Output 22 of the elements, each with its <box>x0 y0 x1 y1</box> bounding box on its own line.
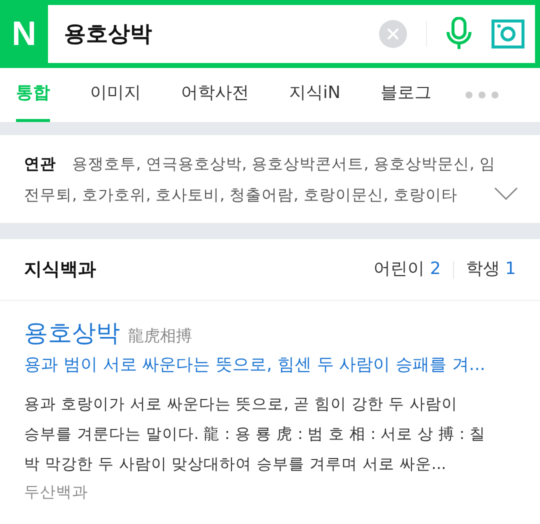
search-field[interactable]: 용호상박 <box>64 18 378 50</box>
search-bar[interactable]: 용호상박 <box>48 5 535 63</box>
result-summary[interactable]: 용과 범이 서로 싸운다는 뜻으로, 힘센 두 사람이 승패를 겨... <box>24 353 516 378</box>
tab[interactable]: 어학사전 <box>181 68 249 122</box>
more-icon[interactable] <box>465 91 500 99</box>
result-description: 용과 호랑이가 서로 싸운다는 뜻으로, 곧 힘이 강한 두 사람이 승부를 겨룬다는 말이다. 龍 : 용 룡 虎 : 범 호 相 : 서로 상 搏 : 칠 박 막강한 두 사람이 맞상대하여 승부를 겨루며 서로 싸운... <box>24 394 487 474</box>
clear-icon[interactable] <box>378 19 408 49</box>
filter-link[interactable]: 학생 1 <box>466 256 516 282</box>
camera-icon[interactable] <box>491 19 525 49</box>
related-searches[interactable]: 용쟁호투, 연극용호상박, 용호상박콘서트, 용호상박문신, 임 <box>72 149 496 180</box>
tab[interactable]: 지식iN <box>289 68 340 122</box>
microphone-icon[interactable] <box>445 17 473 51</box>
result-title[interactable]: 용호상박 <box>24 319 120 347</box>
related-searches[interactable]: 전무퇴, 호가호위, 호사토비, 청출어람, 호랑이문신, 호랑이타 <box>24 180 500 211</box>
chevron-down-icon[interactable] <box>494 187 518 201</box>
tab[interactable]: 이미지 <box>90 68 141 122</box>
related-label: 연관 <box>24 154 56 175</box>
section-title: 지식백과 <box>24 258 96 282</box>
hanja-text: 龍虎相搏 <box>128 326 192 345</box>
tab[interactable]: 블로그 <box>380 68 432 122</box>
filter-link[interactable]: 어린이 2 <box>374 256 441 282</box>
source-label: 두산백과 <box>24 482 89 502</box>
